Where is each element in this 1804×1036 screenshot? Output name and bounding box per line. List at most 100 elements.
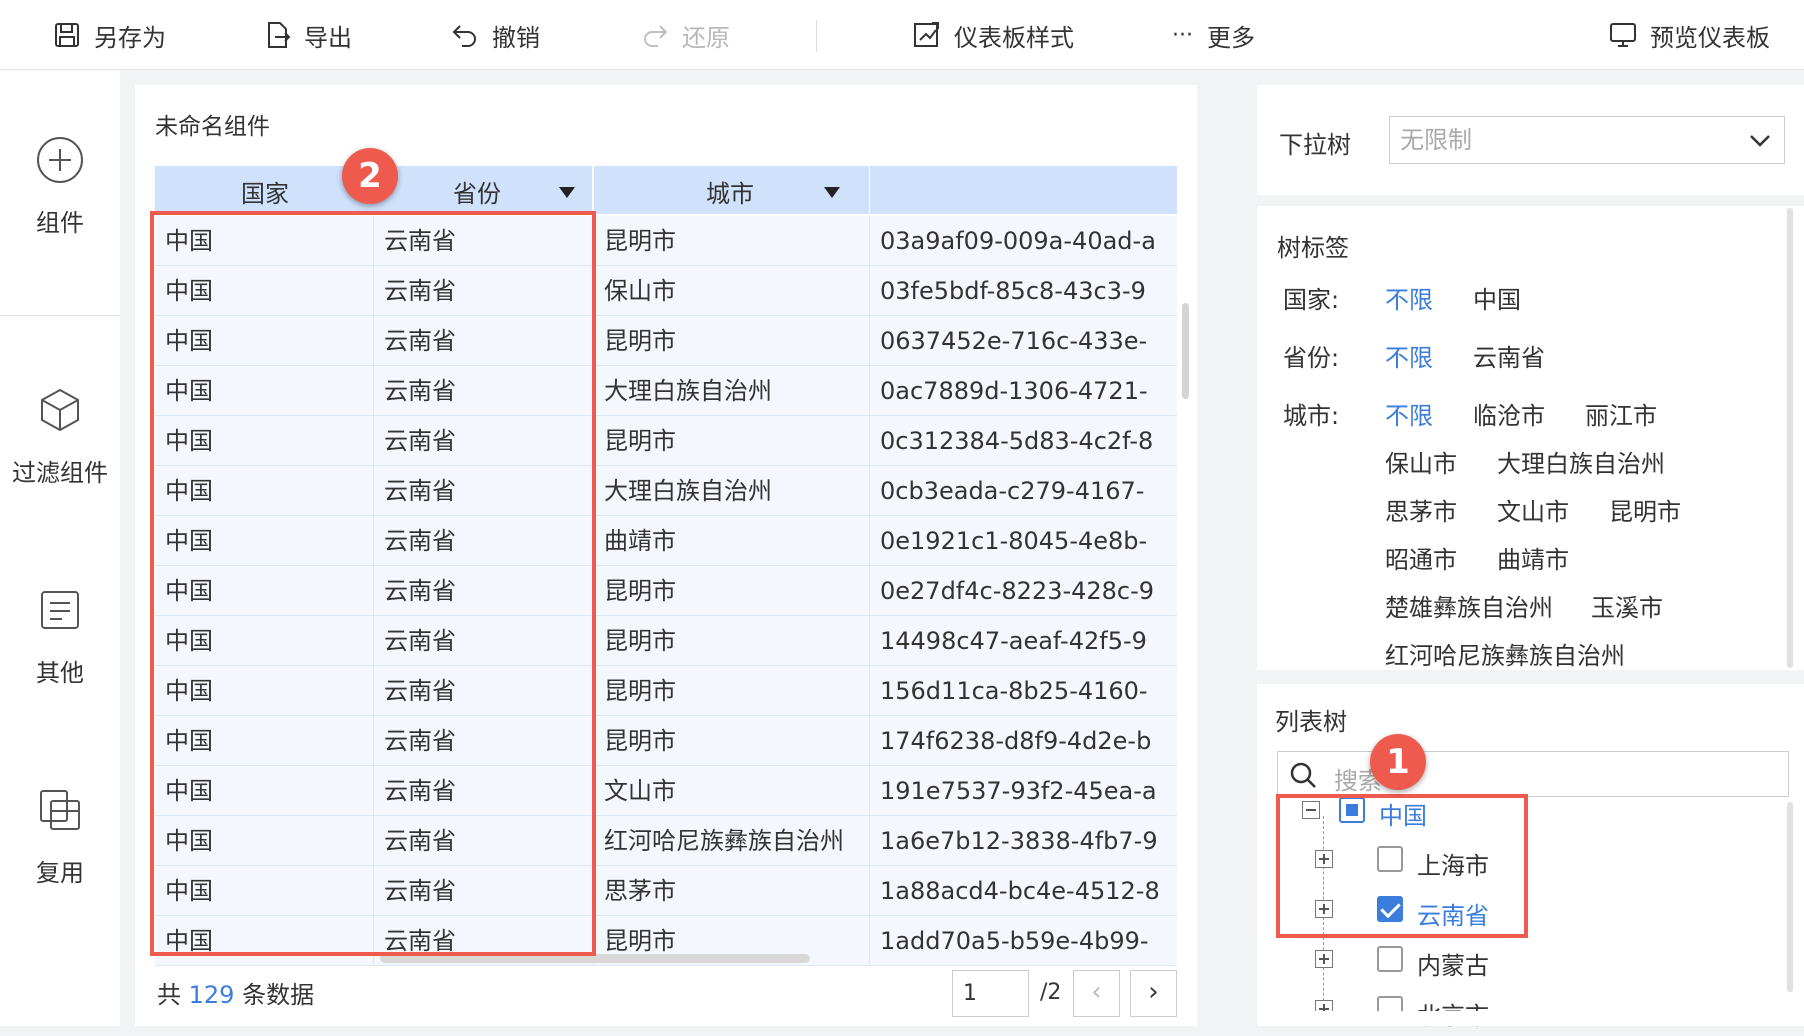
- table-cell: 曲靖市: [594, 516, 870, 566]
- table-cell: 云南省: [374, 716, 594, 766]
- table-row[interactable]: 中国 云南省 昆明市 156d11ca-8b25-4160-: [155, 666, 1177, 716]
- table-cell: 0e1921c1-8045-4e8b-: [870, 516, 1177, 566]
- expand-icon[interactable]: [1315, 850, 1333, 868]
- table-row[interactable]: 中国 云南省 大理白族自治州 0cb3eada-c279-4167-: [155, 466, 1177, 516]
- tag-city[interactable]: 昆明市: [1609, 492, 1681, 527]
- table-row[interactable]: 中国 云南省 昆明市 03a9af09-009a-40ad-a: [155, 216, 1177, 266]
- checkbox-inner-mongolia[interactable]: [1377, 946, 1403, 972]
- table-cell: 云南省: [374, 816, 594, 866]
- tag-city[interactable]: 昭通市: [1385, 540, 1457, 575]
- tree-label-widget: 树标签 国家: 不限 中国 省份: 不限 云南省 城市: 不限 临沧市 丽江市 …: [1257, 206, 1804, 670]
- table-cell: 0ac7889d-1306-4721-: [870, 366, 1177, 416]
- list-tree-scrollbar[interactable]: [1787, 802, 1793, 992]
- table-cell: 中国: [155, 216, 374, 266]
- table-row[interactable]: 中国 云南省 保山市 03fe5bdf-85c8-43c3-9: [155, 266, 1177, 316]
- tag-province[interactable]: 云南省: [1473, 338, 1545, 373]
- table-component-panel[interactable]: 未命名组件 国家 省份 城市 客 中国云南省昆明市03a9af09-009a-4…: [135, 85, 1197, 1026]
- table-cell: 中国: [155, 516, 374, 566]
- tree-node-china[interactable]: 中国: [1379, 796, 1427, 831]
- tag-city[interactable]: 保山市: [1385, 444, 1457, 479]
- sidebar-item-components[interactable]: 组件: [0, 135, 120, 238]
- table-row[interactable]: 中国 云南省 曲靖市 0e1921c1-8045-4e8b-: [155, 516, 1177, 566]
- table-cell: 思茅市: [594, 866, 870, 916]
- table-cell: 大理白族自治州: [594, 466, 870, 516]
- dropdown-tree-select[interactable]: 无限制: [1389, 116, 1785, 164]
- header-city[interactable]: 城市: [594, 166, 870, 214]
- expand-icon[interactable]: [1315, 900, 1333, 918]
- header-customer[interactable]: 客: [870, 166, 1177, 214]
- table-cell: 14498c47-aeaf-42f5-9: [870, 616, 1177, 666]
- tree-label-scrollbar[interactable]: [1787, 208, 1793, 668]
- sort-triangle-icon[interactable]: [559, 187, 575, 198]
- tag-country-unlimited[interactable]: 不限: [1385, 280, 1433, 315]
- export-button[interactable]: 导出: [262, 0, 352, 70]
- table-row[interactable]: 中国 云南省 昆明市 0637452e-716c-433e-: [155, 316, 1177, 366]
- export-icon: [268, 22, 291, 48]
- toolbar-divider: [816, 20, 817, 52]
- checkbox-china[interactable]: [1339, 797, 1365, 823]
- table-row[interactable]: 中国 云南省 红河哈尼族彝族自治州 1a6e7b12-3838-4fb7-9: [155, 816, 1177, 866]
- tag-city[interactable]: 丽江市: [1585, 396, 1657, 431]
- checkbox-shanghai[interactable]: [1377, 846, 1403, 872]
- sidebar-item-filter[interactable]: 过滤组件: [0, 385, 120, 488]
- tag-city-unlimited[interactable]: 不限: [1385, 396, 1433, 431]
- tag-city[interactable]: 大理白族自治州: [1497, 444, 1665, 479]
- copy-icon: [40, 790, 80, 830]
- annotation-badge-1: 1: [1370, 734, 1426, 790]
- sidebar-divider: [0, 315, 120, 316]
- sidebar-item-reuse[interactable]: 复用: [0, 785, 120, 888]
- table-row[interactable]: 中国 云南省 思茅市 1a88acd4-bc4e-4512-8: [155, 866, 1177, 916]
- save-as-button[interactable]: 另存为: [52, 0, 166, 70]
- horizontal-scrollbar[interactable]: [380, 954, 810, 963]
- more-button[interactable]: ··· 更多: [1172, 0, 1255, 70]
- table-cell: 中国: [155, 666, 374, 716]
- tag-province-unlimited[interactable]: 不限: [1385, 338, 1433, 373]
- table-row[interactable]: 中国 云南省 大理白族自治州 0ac7889d-1306-4721-: [155, 366, 1177, 416]
- sort-triangle-icon[interactable]: [824, 187, 840, 198]
- table-cell: 昆明市: [594, 216, 870, 266]
- preview-dashboard-button[interactable]: 预览仪表板: [1608, 0, 1770, 70]
- prev-page-button[interactable]: ‹: [1073, 970, 1120, 1017]
- table-cell: 191e7537-93f2-45ea-a: [870, 766, 1177, 816]
- next-page-button[interactable]: ›: [1130, 970, 1177, 1017]
- tag-city[interactable]: 玉溪市: [1591, 588, 1663, 623]
- tree-node-shanghai[interactable]: 上海市: [1417, 846, 1489, 881]
- tag-city[interactable]: 文山市: [1497, 492, 1569, 527]
- sidebar-item-other[interactable]: 其他: [0, 585, 120, 688]
- redo-button[interactable]: 还原: [640, 0, 730, 70]
- page-input[interactable]: 1: [952, 970, 1029, 1017]
- table-cell: 156d11ca-8b25-4160-: [870, 666, 1177, 716]
- tag-city[interactable]: 临沧市: [1473, 396, 1545, 431]
- table-cell: 云南省: [374, 666, 594, 716]
- collapse-icon[interactable]: [1302, 801, 1320, 819]
- table-cell: 中国: [155, 466, 374, 516]
- tag-city[interactable]: 思茅市: [1385, 492, 1457, 527]
- save-icon: [55, 23, 79, 47]
- table-row[interactable]: 中国 云南省 昆明市 0c312384-5d83-4c2f-8: [155, 416, 1177, 466]
- table-cell: 云南省: [374, 766, 594, 816]
- chevron-left-icon: ‹: [1091, 977, 1102, 1007]
- table-cell: 昆明市: [594, 716, 870, 766]
- tag-country[interactable]: 中国: [1473, 280, 1521, 315]
- vertical-scrollbar[interactable]: [1182, 303, 1189, 399]
- table-row[interactable]: 中国 云南省 昆明市 0e27df4c-8223-428c-9: [155, 566, 1177, 616]
- expand-icon[interactable]: [1315, 950, 1333, 968]
- undo-button[interactable]: 撤销: [450, 0, 540, 70]
- table-cell: 中国: [155, 266, 374, 316]
- tag-city[interactable]: 曲靖市: [1497, 540, 1569, 575]
- table-cell: 中国: [155, 816, 374, 866]
- search-input[interactable]: 搜索: [1277, 751, 1789, 797]
- tag-city[interactable]: 红河哈尼族彝族自治州: [1385, 636, 1625, 671]
- record-count: 共 129 条数据: [157, 981, 315, 1009]
- tree-node-yunnan[interactable]: 云南省: [1417, 896, 1489, 931]
- list-tree-widget: 列表树 搜索 中国 上海市 云南省 内蒙古 北京市: [1257, 684, 1804, 1030]
- table-row[interactable]: 中国 云南省 文山市 191e7537-93f2-45ea-a: [155, 766, 1177, 816]
- table-row[interactable]: 中国 云南省 昆明市 174f6238-d8f9-4d2e-b: [155, 716, 1177, 766]
- chevron-right-icon: ›: [1148, 977, 1159, 1007]
- tag-city[interactable]: 楚雄彝族自治州: [1385, 588, 1553, 623]
- tree-node-inner-mongolia[interactable]: 内蒙古: [1417, 946, 1489, 981]
- checkbox-yunnan[interactable]: [1377, 896, 1403, 922]
- annotation-badge-2: 2: [342, 148, 398, 204]
- dashboard-style-button[interactable]: 仪表板样式: [912, 0, 1074, 70]
- table-row[interactable]: 中国 云南省 昆明市 14498c47-aeaf-42f5-9: [155, 616, 1177, 666]
